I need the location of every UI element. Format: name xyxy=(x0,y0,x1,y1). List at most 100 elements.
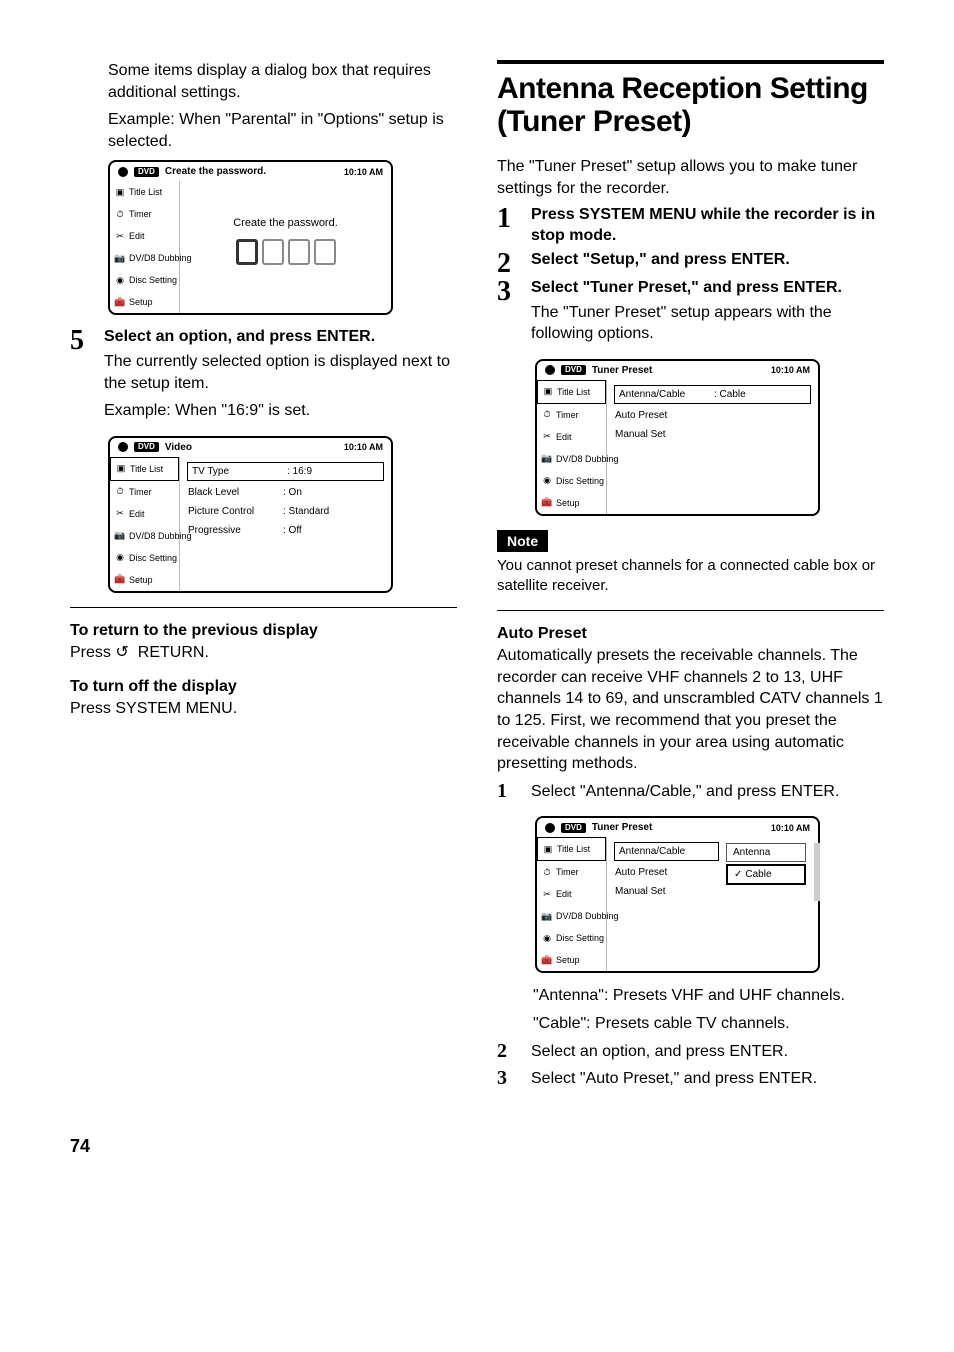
return-text: Press ↺ RETURN. xyxy=(70,642,457,664)
step-number: 1 xyxy=(497,205,519,233)
row-value: : On xyxy=(283,487,383,498)
screenshot-video: DVD Video 10:10 AM ▣Title List ⏱Timer ✂E… xyxy=(108,436,393,593)
note-text: You cannot preset channels for a connect… xyxy=(497,556,884,597)
row-label: Antenna/Cable xyxy=(619,389,714,400)
row-value: : 16:9 xyxy=(287,466,379,477)
sidebar-label: Edit xyxy=(129,231,145,241)
password-boxes xyxy=(236,239,336,265)
row-value: : Standard xyxy=(283,506,383,517)
screenshot-tuner-options: DVD Tuner Preset 10:10 AM ▣Title List ⏱T… xyxy=(535,816,820,973)
dubbing-icon: 📷 xyxy=(541,454,553,464)
timer-icon: ⏱ xyxy=(114,487,126,497)
step-number: 5 xyxy=(70,327,92,355)
password-prompt: Create the password. xyxy=(233,217,338,229)
row-value: : Cable xyxy=(714,389,806,400)
setup-icon: 🧰 xyxy=(541,498,553,508)
auto-text: Automatically presets the receivable cha… xyxy=(497,645,884,775)
row-label: Auto Preset xyxy=(615,867,710,878)
edit-icon: ✂ xyxy=(541,432,553,442)
step-2: 2 Select "Setup," and press ENTER. xyxy=(497,250,884,278)
step-1: 1 Press SYSTEM MENU while the recorder i… xyxy=(497,205,884,250)
step-3: 3 Select "Tuner Preset," and press ENTER… xyxy=(497,278,884,351)
auto-heading: Auto Preset xyxy=(497,625,884,643)
sidebar-label: Title List xyxy=(129,187,162,197)
sidebar-label: Disc Setting xyxy=(556,476,604,486)
off-text: Press SYSTEM MENU. xyxy=(70,698,457,720)
row-label: Picture Control xyxy=(188,506,283,517)
step-text: Select "Auto Preset," and press ENTER. xyxy=(531,1068,884,1090)
screenshot-title: Tuner Preset xyxy=(592,365,652,376)
screenshot-sidebar: ▣Title List ⏱Timer ✂Edit 📷DV/D8 Dubbing … xyxy=(110,457,180,591)
screenshot-sidebar: ▣Title List ⏱Timer ✂Edit 📷DV/D8 Dubbing … xyxy=(537,837,607,971)
step-5: 5 Select an option, and press ENTER. The… xyxy=(70,327,457,428)
row-label: Manual Set xyxy=(615,429,710,440)
screenshot-time: 10:10 AM xyxy=(344,167,383,177)
step-desc: The currently selected option is display… xyxy=(104,351,457,394)
screenshot-time: 10:10 AM xyxy=(771,823,810,833)
intro-text-2: Example: When "Parental" in "Options" se… xyxy=(108,109,457,152)
sidebar-label: Title List xyxy=(557,844,590,854)
step-number: 1 xyxy=(497,781,519,801)
title-list-icon: ▣ xyxy=(114,187,126,197)
auto-note-1: "Antenna": Presets VHF and UHF channels. xyxy=(533,985,884,1007)
rec-dot-icon xyxy=(545,365,555,375)
screenshot-title: Video xyxy=(165,442,192,453)
row-value: : Off xyxy=(283,525,383,536)
sidebar-label: Title List xyxy=(557,387,590,397)
auto-step-3: 3 Select "Auto Preset," and press ENTER. xyxy=(497,1068,884,1096)
auto-step-1: 1 Select "Antenna/Cable," and press ENTE… xyxy=(497,781,884,809)
row-label: Progressive xyxy=(188,525,283,536)
dvd-badge: DVD xyxy=(561,823,586,833)
main-heading: Antenna Reception Setting (Tuner Preset) xyxy=(497,72,884,138)
sidebar-label: Timer xyxy=(556,867,579,877)
sidebar-label: Title List xyxy=(130,464,163,474)
dubbing-icon: 📷 xyxy=(114,253,126,263)
edit-icon: ✂ xyxy=(114,509,126,519)
option-cable: ✓Cable xyxy=(726,864,806,885)
sidebar-label: Setup xyxy=(129,297,153,307)
note-label: Note xyxy=(497,530,548,552)
rec-dot-icon xyxy=(545,823,555,833)
page-number: 74 xyxy=(70,1136,884,1157)
screenshot-time: 10:10 AM xyxy=(771,365,810,375)
dubbing-icon: 📷 xyxy=(114,531,126,541)
step-number: 2 xyxy=(497,1041,519,1061)
row-label: Manual Set xyxy=(615,886,710,897)
title-list-icon: ▣ xyxy=(542,844,554,854)
row-label: Auto Preset xyxy=(615,410,710,421)
check-icon: ✓ xyxy=(734,869,742,880)
intro-text-1: Some items display a dialog box that req… xyxy=(108,60,457,103)
disc-icon: ◉ xyxy=(541,933,553,943)
dvd-badge: DVD xyxy=(134,167,159,177)
step-desc-2: Example: When "16:9" is set. xyxy=(104,400,457,422)
row-label: Antenna/Cable xyxy=(619,846,714,857)
sidebar-label: Setup xyxy=(556,955,580,965)
step-text: Select an option, and press ENTER. xyxy=(531,1041,884,1063)
step-number: 3 xyxy=(497,278,519,306)
sidebar-label: Edit xyxy=(129,509,145,519)
sidebar-label: Disc Setting xyxy=(129,275,177,285)
screenshot-title: Create the password. xyxy=(165,166,266,177)
timer-icon: ⏱ xyxy=(541,867,553,877)
step-title: Select "Setup," and press ENTER. xyxy=(531,250,884,271)
step-title: Select "Tuner Preset," and press ENTER. xyxy=(531,278,884,299)
step-desc: The "Tuner Preset" setup appears with th… xyxy=(531,302,884,345)
sidebar-label: Disc Setting xyxy=(129,553,177,563)
title-list-icon: ▣ xyxy=(115,464,127,474)
sidebar-label: Timer xyxy=(129,487,152,497)
step-title: Press SYSTEM MENU while the recorder is … xyxy=(531,205,884,247)
row-label: Black Level xyxy=(188,487,283,498)
return-icon: ↺ xyxy=(115,642,133,664)
sidebar-label: Edit xyxy=(556,432,572,442)
return-heading: To return to the previous display xyxy=(70,622,457,640)
dvd-badge: DVD xyxy=(561,365,586,375)
right-column: Antenna Reception Setting (Tuner Preset)… xyxy=(497,60,884,1096)
page-columns: Some items display a dialog box that req… xyxy=(70,60,884,1096)
screenshot-sidebar: ▣Title List ⏱Timer ✂Edit 📷DV/D8 Dubbing … xyxy=(537,380,607,514)
edit-icon: ✂ xyxy=(541,889,553,899)
screenshot-sidebar: ▣Title List ⏱Timer ✂Edit 📷DV/D8 Dubbing … xyxy=(110,181,180,313)
sidebar-label: Disc Setting xyxy=(556,933,604,943)
title-list-icon: ▣ xyxy=(542,387,554,397)
separator xyxy=(497,610,884,611)
sidebar-label: Timer xyxy=(129,209,152,219)
